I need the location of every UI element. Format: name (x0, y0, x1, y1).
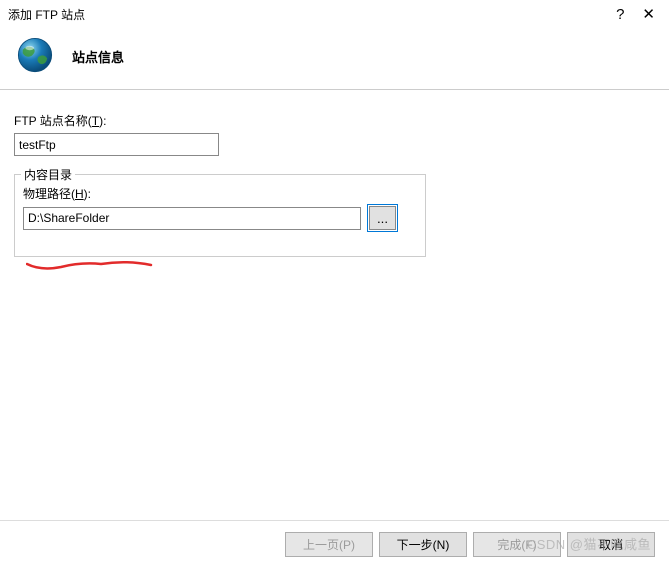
physical-path-label: 物理路径(H): (23, 185, 417, 202)
browse-button[interactable]: ... (369, 206, 396, 230)
site-name-input[interactable] (14, 133, 219, 156)
fieldset-legend: 内容目录 (21, 166, 75, 183)
next-button[interactable]: 下一步(N) (379, 532, 467, 557)
hand-drawn-annotation (26, 258, 156, 275)
physical-path-input[interactable] (23, 207, 361, 230)
previous-button: 上一页(P) (285, 532, 373, 557)
titlebar-controls: ? ✕ (616, 5, 661, 23)
globe-icon (14, 34, 56, 79)
window-title: 添加 FTP 站点 (8, 6, 616, 23)
wizard-buttons: 上一页(P) 下一步(N) 完成(F) 取消 (285, 532, 655, 557)
content-directory-group: 内容目录 物理路径(H): ... (14, 174, 426, 257)
finish-button: 完成(F) (473, 532, 561, 557)
site-name-label: FTP 站点名称(T): (14, 112, 655, 129)
close-icon[interactable]: ✕ (642, 5, 655, 23)
wizard-content: FTP 站点名称(T): 内容目录 物理路径(H): ... (0, 90, 669, 257)
footer-divider (0, 520, 669, 521)
cancel-button[interactable]: 取消 (567, 532, 655, 557)
help-icon[interactable]: ? (616, 6, 624, 23)
page-title: 站点信息 (72, 47, 124, 66)
wizard-header: 站点信息 (0, 26, 669, 89)
titlebar: 添加 FTP 站点 ? ✕ (0, 0, 669, 26)
